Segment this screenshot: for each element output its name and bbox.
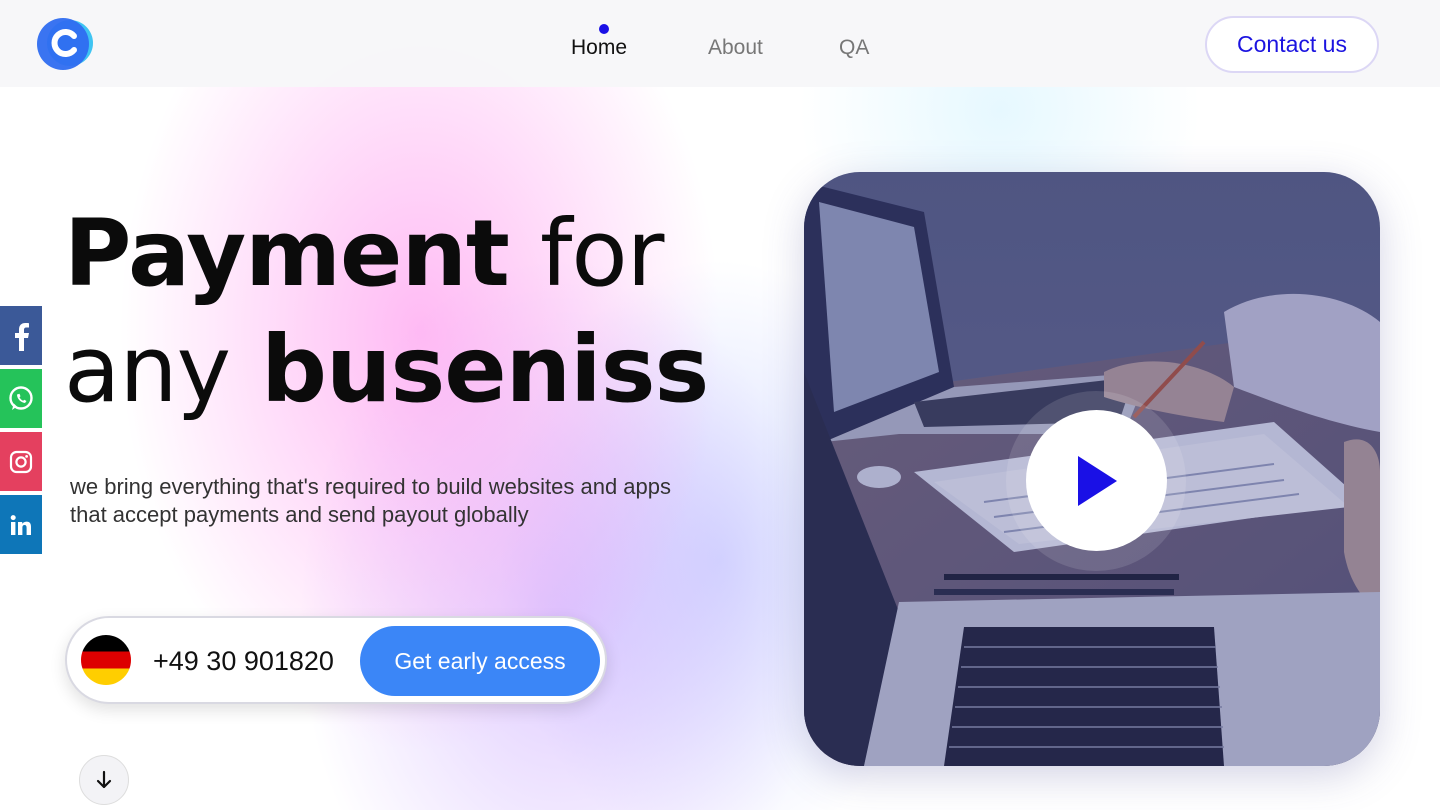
hero-title-word: any (64, 316, 231, 423)
play-button[interactable] (1026, 410, 1167, 551)
header: Home About QA Contact us (0, 0, 1440, 87)
scroll-down-button[interactable] (79, 755, 129, 805)
hero-title-word: Payment (64, 200, 510, 307)
hero-subtitle: we bring everything that's required to b… (70, 473, 770, 529)
contact-us-button[interactable]: Contact us (1205, 16, 1379, 73)
germany-flag-icon[interactable] (81, 635, 131, 685)
phone-signup-form: +49 30 901820 Get early access (65, 616, 607, 704)
play-icon (1077, 455, 1117, 506)
hero-title-word: buseniss (261, 316, 709, 423)
hero-subtitle-line: that accept payments and send payout glo… (70, 502, 529, 527)
nav-home[interactable]: Home (571, 36, 627, 60)
phone-number-field[interactable]: +49 30 901820 (153, 646, 334, 677)
whatsapp-button[interactable] (0, 369, 42, 428)
facebook-icon (15, 322, 29, 351)
nav-qa[interactable]: QA (839, 36, 869, 60)
instagram-button[interactable] (0, 432, 42, 491)
whatsapp-icon (9, 385, 33, 410)
active-nav-indicator (599, 24, 609, 34)
linkedin-icon (10, 514, 31, 535)
hero-title-word: for (539, 200, 664, 307)
linkedin-button[interactable] (0, 495, 42, 554)
hero-subtitle-line: we bring everything that's required to b… (70, 474, 672, 499)
nav-about[interactable]: About (708, 36, 763, 60)
instagram-icon (9, 450, 33, 473)
c-logo-icon[interactable] (36, 14, 94, 72)
get-early-access-button[interactable]: Get early access (360, 626, 600, 696)
hero-title: Payment for any buseniss (64, 196, 764, 428)
arrow-down-icon (96, 770, 112, 789)
facebook-button[interactable] (0, 306, 42, 365)
